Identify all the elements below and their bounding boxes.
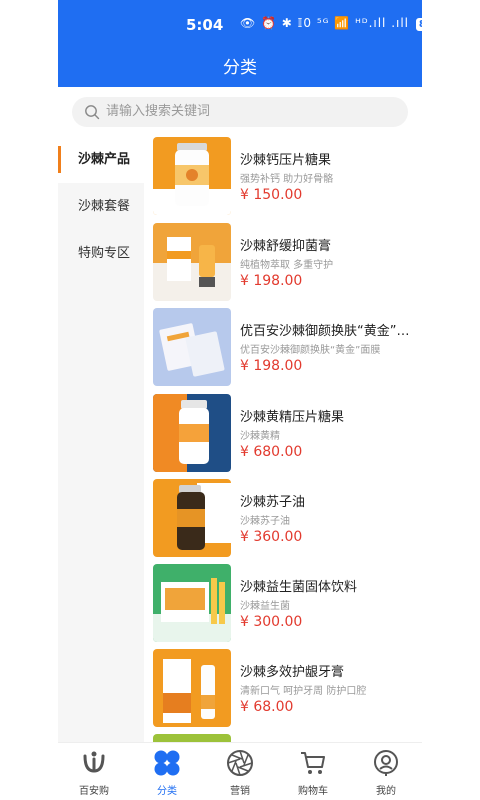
- tab-profile[interactable]: 我的: [350, 743, 422, 800]
- tab-label: 购物车: [298, 786, 328, 797]
- product-subtitle: 沙棘黄精: [240, 431, 280, 442]
- profile-icon: [374, 750, 398, 776]
- product-item[interactable]: [153, 734, 422, 742]
- tab-cart[interactable]: 购物车: [277, 743, 349, 800]
- status-time: 5:04: [186, 16, 224, 34]
- product-image: [153, 479, 231, 557]
- product-subtitle: 沙棘益生菌: [240, 601, 290, 612]
- product-item[interactable]: 沙棘黄精压片糖果 沙棘黄精 ¥ 680.00: [153, 394, 422, 472]
- product-subtitle: 清新口气 呵护牙周 防护口腔: [240, 686, 367, 697]
- product-list: 沙棘钙压片糖果 强势补钙 助力好骨骼 ¥ 150.00 沙棘舒缓抑菌膏 纯植物萃…: [144, 136, 422, 742]
- search-icon: [85, 105, 100, 120]
- category-item-shaji-bundles[interactable]: 沙棘套餐: [58, 183, 144, 230]
- product-image: [153, 734, 231, 742]
- product-title: 优百安沙棘御颜换肤“黄金”面膜: [240, 324, 416, 339]
- category-item-shaji-products[interactable]: 沙棘产品: [58, 136, 144, 183]
- product-price: ¥ 300.00: [240, 614, 303, 630]
- product-subtitle: 纯植物萃取 多重守护: [240, 260, 334, 271]
- product-item[interactable]: 沙棘钙压片糖果 强势补钙 助力好骨骼 ¥ 150.00: [153, 137, 422, 215]
- tab-baian-shop[interactable]: 百安购: [58, 743, 130, 800]
- product-title: 沙棘益生菌固体饮料: [240, 580, 358, 595]
- product-price: ¥ 150.00: [240, 187, 303, 203]
- product-image: [153, 564, 231, 642]
- search-input[interactable]: [106, 97, 396, 127]
- product-item[interactable]: 沙棘益生菌固体饮料 沙棘益生菌 ¥ 300.00: [153, 564, 422, 642]
- aperture-icon: [227, 750, 253, 776]
- status-indicators: 👁 ⏰ ✱ 𝕀0 ⁵ᴳ 📶 ᴴᴰ.ıll .ıll: [240, 16, 410, 30]
- product-title: 沙棘舒缓抑菌膏: [240, 239, 332, 254]
- product-item[interactable]: 沙棘舒缓抑菌膏 纯植物萃取 多重守护 ¥ 198.00: [153, 223, 422, 301]
- product-item[interactable]: 优百安沙棘御颜换肤“黄金”面膜 优百安沙棘御颜换肤“黄金”面膜 ¥ 198.00: [153, 308, 422, 386]
- product-price: ¥ 360.00: [240, 529, 303, 545]
- product-price: ¥ 68.00: [240, 699, 294, 715]
- category-grid-icon: [154, 750, 180, 776]
- left-margin: [0, 0, 58, 800]
- product-price: ¥ 680.00: [240, 444, 303, 460]
- product-image: [153, 137, 231, 215]
- product-image: [153, 223, 231, 301]
- page-title: 分类: [223, 58, 257, 78]
- product-title: 沙棘钙压片糖果: [240, 153, 332, 168]
- product-title: 沙棘黄精压片糖果: [240, 410, 345, 425]
- category-sidebar: 沙棘产品 沙棘套餐 特购专区: [58, 136, 144, 742]
- search-bar: [58, 87, 422, 136]
- tab-label: 我的: [376, 786, 396, 797]
- category-item-special-offers[interactable]: 特购专区: [58, 230, 144, 277]
- app-screen: 5:04 👁 ⏰ ✱ 𝕀0 ⁵ᴳ 📶 ᴴᴰ.ıll .ıll 86 分类 沙棘产…: [58, 0, 422, 800]
- product-subtitle: 沙棘苏子油: [240, 516, 290, 527]
- right-margin: [422, 0, 480, 800]
- product-subtitle: 优百安沙棘御颜换肤“黄金”面膜: [240, 345, 381, 356]
- tab-label: 百安购: [79, 786, 109, 797]
- product-price: ¥ 198.00: [240, 358, 303, 374]
- tab-category[interactable]: 分类: [131, 743, 203, 800]
- product-image: [153, 308, 231, 386]
- tab-label: 分类: [157, 786, 177, 797]
- status-icons: 👁 ⏰ ✱ 𝕀0 ⁵ᴳ 📶 ᴴᴰ.ıll .ıll 86: [240, 16, 422, 31]
- product-item[interactable]: 沙棘苏子油 沙棘苏子油 ¥ 360.00: [153, 479, 422, 557]
- product-item[interactable]: 沙棘多效护龈牙膏 清新口气 呵护牙周 防护口腔 ¥ 68.00: [153, 649, 422, 727]
- product-subtitle: 强势补钙 助力好骨骼: [240, 174, 334, 185]
- header: 5:04 👁 ⏰ ✱ 𝕀0 ⁵ᴳ 📶 ᴴᴰ.ıll .ıll 86 分类: [58, 0, 422, 87]
- tab-marketing[interactable]: 营销: [204, 743, 276, 800]
- search-box[interactable]: [72, 97, 408, 127]
- product-title: 沙棘多效护龈牙膏: [240, 665, 345, 680]
- category-label: 特购专区: [78, 246, 131, 261]
- product-image: [153, 394, 231, 472]
- tab-label: 营销: [230, 786, 250, 797]
- bottom-tab-bar: 百安购 分类 营销 购物车 我的: [58, 742, 422, 800]
- product-title: 沙棘苏子油: [240, 495, 306, 510]
- cart-icon: [301, 752, 325, 774]
- category-label: 沙棘套餐: [78, 199, 131, 214]
- product-price: ¥ 198.00: [240, 273, 303, 289]
- category-label: 沙棘产品: [78, 152, 131, 167]
- baian-logo-icon: [83, 751, 105, 773]
- battery-icon: 86: [415, 18, 422, 31]
- product-image: [153, 649, 231, 727]
